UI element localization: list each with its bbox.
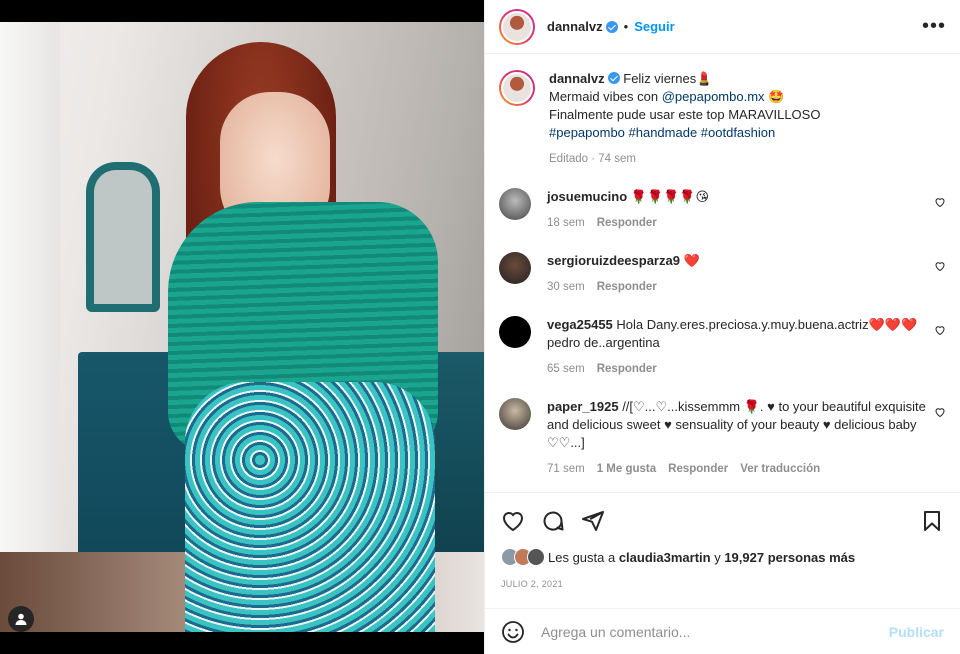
caption-meta: Editado · 74 sem bbox=[549, 153, 636, 165]
publish-button[interactable]: Publicar bbox=[889, 624, 944, 640]
comments-list[interactable]: dannalvz Feliz viernes💄 Mermaid vibes co… bbox=[485, 54, 960, 492]
caption-avatar[interactable] bbox=[499, 70, 535, 106]
author-username[interactable]: dannalvz bbox=[547, 19, 603, 34]
comment-username[interactable]: vega25455 bbox=[547, 317, 613, 332]
likes-mid: y bbox=[710, 549, 725, 565]
photo-wall bbox=[0, 22, 60, 632]
reply-button[interactable]: Responder bbox=[668, 460, 728, 478]
comment-username[interactable]: josuemucino bbox=[547, 189, 627, 204]
follow-button[interactable]: Seguir bbox=[634, 19, 674, 34]
like-comment-icon[interactable] bbox=[934, 260, 946, 272]
reply-button[interactable]: Responder bbox=[597, 214, 657, 232]
like-comment-icon[interactable] bbox=[934, 406, 946, 418]
likes-prefix: Les gusta a bbox=[548, 549, 619, 565]
caption-line1: Feliz viernes💄 bbox=[623, 71, 713, 86]
likes-count[interactable]: 19,927 personas más bbox=[724, 550, 855, 565]
verified-badge-icon bbox=[607, 72, 620, 84]
photo-patterned-pants bbox=[185, 382, 435, 632]
save-bookmark-icon[interactable] bbox=[920, 509, 944, 533]
comment-item: josuemucino 🌹🌹🌹🌹😘 18 sem Responder bbox=[499, 188, 946, 232]
more-options-icon[interactable]: ••• bbox=[922, 15, 946, 38]
likes-summary: Les gusta a claudia3martin y 19,927 pers… bbox=[501, 548, 855, 566]
share-icon[interactable] bbox=[581, 509, 605, 533]
photo-mirror bbox=[86, 162, 160, 312]
comment-time[interactable]: 65 sem bbox=[547, 360, 585, 378]
like-icon[interactable] bbox=[501, 509, 525, 533]
post-photo[interactable] bbox=[0, 22, 484, 632]
caption-emoji: 🤩 bbox=[768, 89, 785, 104]
liker-avatars bbox=[501, 548, 545, 566]
post-side-panel: dannalvz • Seguir ••• dannalvz Feliz vie… bbox=[484, 0, 960, 654]
header-separator: • bbox=[623, 19, 629, 34]
comment-icon[interactable] bbox=[541, 509, 565, 533]
emoji-icon[interactable] bbox=[501, 620, 525, 644]
comment-item: sergioruizdeesparza9 ❤️ 30 sem Responder bbox=[499, 252, 946, 296]
comment-avatar[interactable] bbox=[499, 252, 531, 284]
comment-likes[interactable]: 1 Me gusta bbox=[597, 460, 656, 478]
caption-username[interactable]: dannalvz bbox=[549, 71, 605, 86]
reply-button[interactable]: Responder bbox=[597, 278, 657, 296]
like-comment-icon[interactable] bbox=[934, 324, 946, 336]
comment-username[interactable]: paper_1925 bbox=[547, 399, 619, 414]
comment-time[interactable]: 71 sem bbox=[547, 460, 585, 478]
comment-time[interactable]: 30 sem bbox=[547, 278, 585, 296]
comment-text: 🌹🌹🌹🌹😘 bbox=[630, 189, 710, 204]
caption-line3: Finalmente pude usar este top MARAVILLOS… bbox=[549, 107, 821, 122]
liker-username[interactable]: claudia3martin bbox=[619, 550, 711, 565]
comment-username[interactable]: sergioruizdeesparza9 bbox=[547, 253, 680, 268]
post-dialog: dannalvz • Seguir ••• dannalvz Feliz vie… bbox=[0, 0, 960, 654]
caption: dannalvz Feliz viernes💄 Mermaid vibes co… bbox=[499, 70, 946, 168]
comment-avatar[interactable] bbox=[499, 398, 531, 430]
comment-composer: Publicar bbox=[485, 608, 960, 654]
comment-item: paper_1925 //[♡...♡...kissemmm 🌹. ♥ to y… bbox=[499, 398, 946, 478]
comment-avatar[interactable] bbox=[499, 188, 531, 220]
comment-avatar[interactable] bbox=[499, 316, 531, 348]
reply-button[interactable]: Responder bbox=[597, 360, 657, 378]
author-avatar[interactable] bbox=[499, 8, 535, 45]
tagged-user-icon[interactable] bbox=[8, 606, 34, 632]
post-media bbox=[0, 0, 484, 654]
like-comment-icon[interactable] bbox=[934, 196, 946, 208]
hashtags[interactable]: #pepapombo #handmade #ootdfashion bbox=[549, 125, 775, 140]
comment-time[interactable]: 18 sem bbox=[547, 214, 585, 232]
caption-line2-prefix: Mermaid vibes con bbox=[549, 89, 662, 104]
post-header: dannalvz • Seguir ••• bbox=[485, 0, 960, 54]
post-date[interactable]: JULIO 2, 2021 bbox=[501, 579, 563, 589]
comment-text: ❤️ bbox=[683, 253, 700, 268]
mention-link[interactable]: @pepapombo.mx bbox=[662, 89, 765, 104]
post-actions bbox=[485, 492, 960, 548]
comment-item: vega25455 Hola Dany.eres.preciosa.y.muy.… bbox=[499, 316, 946, 378]
comment-input[interactable] bbox=[541, 623, 889, 640]
translate-button[interactable]: Ver traducción bbox=[740, 460, 820, 478]
verified-badge-icon bbox=[605, 20, 618, 33]
